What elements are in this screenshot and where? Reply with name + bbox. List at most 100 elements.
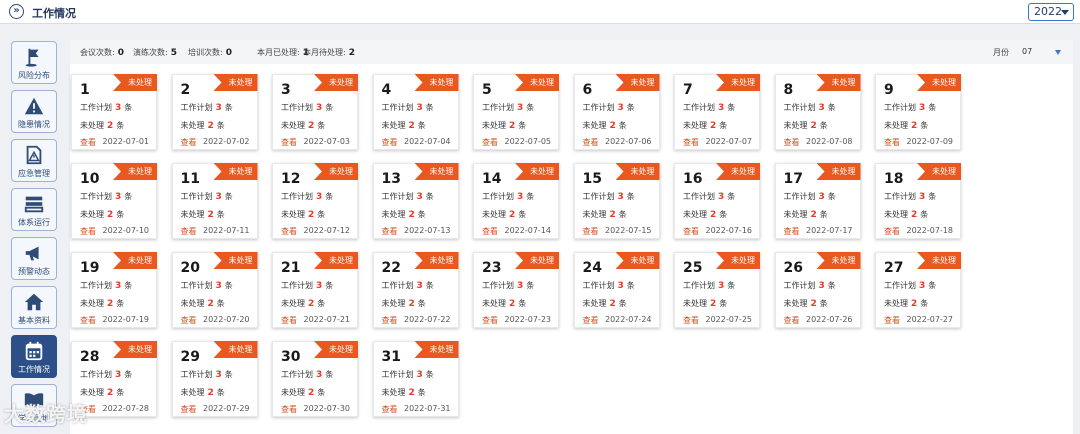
work-plan-label: 工作计划	[783, 103, 816, 112]
day-card: 22 未处理 工作计划 3 条未处理 2 条查看 2022-07-22	[372, 252, 459, 328]
pending-line: 未处理 2 条	[281, 120, 325, 131]
work-plan-count: 3	[617, 192, 624, 202]
pending-label: 未处理	[80, 121, 104, 130]
card-date: 2022-07-08	[806, 137, 853, 146]
unit-label: 条	[425, 281, 434, 290]
work-plan-line: 工作计划 3 条	[181, 369, 233, 380]
view-link[interactable]: 查看	[784, 226, 800, 237]
view-link[interactable]: 查看	[382, 315, 398, 326]
status-badge: 未处理	[917, 163, 961, 180]
work-plan-line: 工作计划 3 条	[181, 191, 233, 202]
unit-label: 条	[626, 281, 635, 290]
unit-label: 条	[325, 370, 334, 379]
status-badge: 未处理	[113, 74, 157, 91]
view-link[interactable]: 查看	[382, 404, 398, 415]
year-select[interactable]: 2022	[1028, 3, 1074, 21]
view-link[interactable]: 查看	[482, 226, 498, 237]
sidebar-item-6[interactable]: 基本资料	[11, 286, 57, 329]
sidebar-item-3[interactable]: 应急管理	[11, 139, 57, 182]
unit-label: 条	[216, 388, 225, 397]
work-plan-count: 3	[316, 103, 323, 113]
pending-count: 2	[810, 210, 817, 220]
view-link[interactable]: 查看	[784, 315, 800, 326]
work-plan-line: 工作计划 3 条	[181, 280, 233, 291]
view-link[interactable]: 查看	[281, 315, 297, 326]
pending-line: 未处理 2 条	[482, 120, 526, 131]
sidebar-item-4[interactable]: 体系运行	[11, 188, 57, 231]
pending-line: 未处理 2 条	[784, 209, 828, 220]
view-link[interactable]: 查看	[382, 226, 398, 237]
status-badge: 未处理	[414, 341, 459, 358]
view-link[interactable]: 查看	[382, 137, 398, 148]
day-number: 11	[180, 171, 200, 187]
view-link[interactable]: 查看	[181, 226, 197, 237]
day-number: 2	[180, 82, 191, 98]
view-link[interactable]: 查看	[683, 226, 699, 237]
status-badge: 未处理	[917, 252, 961, 269]
view-link[interactable]: 查看	[281, 137, 297, 148]
view-link[interactable]: 查看	[884, 315, 900, 326]
chevron-down-icon[interactable]	[1055, 50, 1061, 55]
unit-label: 条	[518, 121, 527, 130]
day-number: 3	[281, 82, 291, 98]
work-plan-line: 工作计划 3 条	[482, 280, 534, 291]
sidebar-item-2[interactable]: 隐患情况	[11, 90, 57, 133]
card-date: 2022-07-30	[303, 404, 351, 413]
work-plan-count: 3	[919, 103, 926, 113]
unit-label: 条	[116, 121, 125, 130]
view-link[interactable]: 查看	[784, 137, 800, 148]
view-link[interactable]: 查看	[683, 137, 699, 148]
pending-line: 未处理 2 条	[181, 298, 225, 309]
card-date: 2022-07-12	[303, 226, 351, 235]
sidebar-item-1[interactable]: 风险分布	[11, 41, 57, 84]
pending-label: 未处理	[381, 299, 406, 308]
status-badge: 未处理	[314, 163, 358, 180]
unit-label: 条	[827, 103, 836, 112]
calendar-icon	[23, 340, 45, 362]
view-link[interactable]: 查看	[281, 226, 297, 237]
day-number: 17	[783, 171, 803, 187]
sidebar-item-5[interactable]: 预警动态	[11, 237, 57, 280]
view-link[interactable]: 查看	[80, 226, 96, 237]
view-link[interactable]: 查看	[884, 226, 900, 237]
view-link[interactable]: 查看	[884, 137, 900, 148]
pending-line: 未处理 2 条	[583, 120, 627, 131]
pending-count: 2	[810, 121, 817, 131]
view-link[interactable]: 查看	[482, 315, 498, 326]
view-link[interactable]: 查看	[583, 226, 599, 237]
work-plan-count: 3	[416, 192, 423, 202]
pending-label: 未处理	[180, 388, 205, 397]
view-link[interactable]: 查看	[181, 137, 197, 148]
day-card: 6 未处理 工作计划 3 条未处理 2 条查看 2022-07-06	[573, 74, 660, 150]
view-link[interactable]: 查看	[281, 404, 297, 415]
view-link[interactable]: 查看	[181, 404, 197, 415]
double-chevron-right-icon[interactable]: »	[9, 4, 24, 19]
pending-line: 未处理 2 条	[382, 209, 426, 220]
card-date: 2022-07-26	[806, 315, 853, 324]
stat-label: 本月待处理:	[303, 48, 346, 57]
pending-count: 2	[609, 299, 616, 309]
view-link[interactable]: 查看	[482, 137, 498, 148]
view-link[interactable]: 查看	[80, 137, 96, 148]
card-date: 2022-07-14	[504, 226, 552, 235]
unit-label: 条	[518, 299, 527, 308]
unit-label: 条	[216, 210, 225, 219]
sidebar-item-label: 隐患情况	[18, 120, 50, 129]
day-number: 23	[482, 260, 502, 276]
unit-label: 条	[425, 103, 434, 112]
day-card: 17 未处理 工作计划 3 条未处理 2 条查看 2022-07-17	[774, 163, 861, 239]
work-plan-label: 工作计划	[180, 370, 213, 379]
view-link[interactable]: 查看	[583, 137, 599, 148]
work-plan-label: 工作计划	[884, 103, 916, 112]
unit-label: 条	[526, 192, 535, 201]
stat-item: 会议次数: 0	[80, 47, 124, 58]
view-link[interactable]: 查看	[181, 315, 197, 326]
pending-line: 未处理 2 条	[784, 298, 828, 309]
month-select[interactable]: 07	[1022, 47, 1032, 56]
view-link[interactable]: 查看	[583, 315, 599, 326]
work-plan-label: 工作计划	[281, 281, 313, 290]
view-link[interactable]: 查看	[80, 315, 96, 326]
sidebar-item-7[interactable]: 工作情况	[11, 335, 57, 378]
view-link[interactable]: 查看	[683, 315, 699, 326]
sidebar-item-label: 体系运行	[18, 218, 50, 227]
